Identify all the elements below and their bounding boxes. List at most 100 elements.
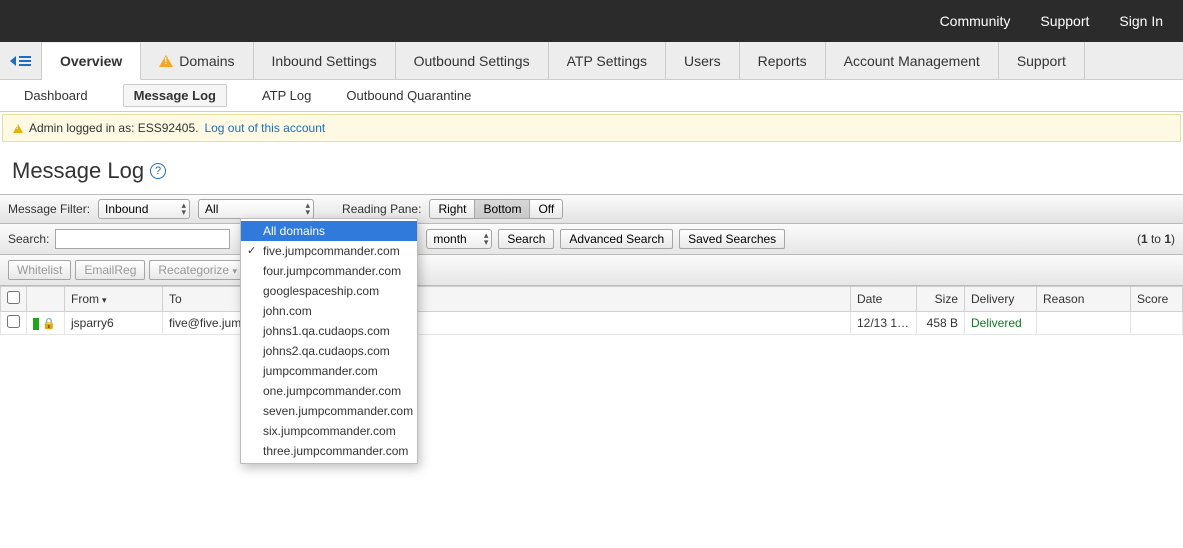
domain-option-label: four.jumpcommander.com [263, 264, 401, 278]
domain-option-label: john.com [263, 304, 312, 318]
reading-pane-label: Reading Pane: [342, 202, 421, 216]
domain-option[interactable]: john.com [241, 301, 417, 321]
message-table: From▾ To Date Size Delivery Reason Score… [0, 286, 1183, 335]
domain-option-label: five.jumpcommander.com [263, 244, 400, 258]
domain-option-label: seven.jumpcommander.com [263, 404, 413, 418]
tab-atp-settings[interactable]: ATP Settings [549, 42, 666, 79]
message-filter-label: Message Filter: [8, 202, 90, 216]
subtab-message-log[interactable]: Message Log [123, 84, 227, 107]
help-icon[interactable]: ? [150, 163, 166, 179]
pane-off-button[interactable]: Off [530, 199, 563, 219]
topbar-link-support[interactable]: Support [1040, 13, 1089, 29]
global-top-bar: Community Support Sign In [0, 0, 1183, 42]
sidebar-toggle-button[interactable] [0, 42, 42, 79]
tab-overview[interactable]: Overview [42, 43, 141, 80]
filter-bar: Message Filter: Inbound ▴▾ All ▴▾ Readin… [0, 194, 1183, 224]
domain-option-label: johns1.qa.cudaops.com [263, 324, 390, 338]
tab-domains[interactable]: Domains [141, 42, 253, 79]
domain-dropdown-menu: All domains ✓ five.jumpcommander.com four.j… [240, 218, 418, 464]
pane-bottom-button[interactable]: Bottom [475, 199, 530, 219]
tab-label: Account Management [844, 53, 980, 69]
tab-label: Support [1017, 53, 1066, 69]
size-header[interactable]: Size [917, 287, 965, 312]
domain-scope-select[interactable]: All [198, 199, 314, 219]
domain-option-label: jumpcommander.com [263, 364, 378, 378]
delivery-header[interactable]: Delivery [965, 287, 1037, 312]
sort-desc-icon: ▾ [102, 295, 107, 305]
domain-option[interactable]: four.jumpcommander.com [241, 261, 417, 281]
tab-label: Domains [179, 53, 234, 69]
secondary-tabs: Dashboard Message Log ATP Log Outbound Q… [0, 80, 1183, 112]
check-icon: ✓ [247, 244, 256, 257]
from-header[interactable]: From▾ [65, 287, 163, 312]
page-title: Message Log [12, 158, 144, 184]
tab-label: Inbound Settings [272, 53, 377, 69]
domain-option-label: googlespaceship.com [263, 284, 379, 298]
banner-text: Admin logged in as: ESS92405. [29, 121, 198, 135]
reading-pane-group: Right Bottom Off [429, 199, 563, 219]
domain-option[interactable]: six.jumpcommander.com [241, 421, 417, 441]
search-bar: Search: month ▴▾ Search Advanced Search … [0, 224, 1183, 255]
table-row[interactable]: 🔒 jsparry6 five@five.jumpc 12/13 1… 458 … [1, 312, 1183, 335]
tab-reports[interactable]: Reports [740, 42, 826, 79]
domain-option-label: one.jumpcommander.com [263, 384, 401, 398]
domain-option[interactable]: ✓ five.jumpcommander.com [241, 241, 417, 261]
search-label: Search: [8, 232, 49, 246]
tab-label: Overview [60, 53, 122, 69]
domain-option[interactable]: johns1.qa.cudaops.com [241, 321, 417, 341]
advanced-search-button[interactable]: Advanced Search [560, 229, 673, 249]
cell-delivery: Delivered [965, 312, 1037, 335]
domain-option[interactable]: All domains [241, 221, 417, 241]
cell-size: 458 B [917, 312, 965, 335]
domain-option[interactable]: three.jumpcommander.com [241, 441, 417, 461]
domain-option[interactable]: googlespaceship.com [241, 281, 417, 301]
time-range-select[interactable]: month [426, 229, 492, 249]
status-header[interactable] [27, 287, 65, 312]
search-button[interactable]: Search [498, 229, 554, 249]
action-bar: Whitelist EmailReg Recategorize ▾ [0, 255, 1183, 286]
direction-select[interactable]: Inbound [98, 199, 190, 219]
domain-option[interactable]: jumpcommander.com [241, 361, 417, 381]
tab-inbound-settings[interactable]: Inbound Settings [254, 42, 396, 79]
page-title-row: Message Log ? [0, 144, 1183, 194]
domain-option[interactable]: one.jumpcommander.com [241, 381, 417, 401]
subtab-outbound-quarantine[interactable]: Outbound Quarantine [346, 88, 471, 103]
tab-account-management[interactable]: Account Management [826, 42, 999, 79]
subtab-dashboard[interactable]: Dashboard [24, 88, 88, 103]
menu-icon [19, 56, 31, 66]
row-checkbox[interactable] [7, 315, 20, 328]
subtab-atp-log[interactable]: ATP Log [262, 88, 311, 103]
tab-label: ATP Settings [567, 53, 647, 69]
emailreg-button[interactable]: EmailReg [75, 260, 145, 280]
logout-link[interactable]: Log out of this account [204, 121, 325, 135]
topbar-link-community[interactable]: Community [940, 13, 1011, 29]
tab-outbound-settings[interactable]: Outbound Settings [396, 42, 549, 79]
date-header[interactable]: Date [851, 287, 917, 312]
cell-score [1131, 312, 1183, 335]
tab-support[interactable]: Support [999, 42, 1085, 79]
tab-users[interactable]: Users [666, 42, 740, 79]
status-indicator-icon [33, 318, 39, 330]
recategorize-button[interactable]: Recategorize ▾ [149, 260, 246, 280]
domain-option[interactable]: johns2.qa.cudaops.com [241, 341, 417, 361]
cell-reason [1037, 312, 1131, 335]
lock-icon: 🔒 [42, 318, 56, 330]
arrow-left-icon [10, 56, 16, 66]
warning-icon [159, 55, 173, 67]
whitelist-button[interactable]: Whitelist [8, 260, 71, 280]
reason-header[interactable]: Reason [1037, 287, 1131, 312]
tab-label: Users [684, 53, 721, 69]
domain-option-label: three.jumpcommander.com [263, 444, 408, 458]
domain-option[interactable]: seven.jumpcommander.com [241, 401, 417, 421]
domain-option-label: six.jumpcommander.com [263, 424, 396, 438]
warning-icon [13, 124, 23, 133]
select-all-checkbox[interactable] [7, 291, 20, 304]
tab-label: Reports [758, 53, 807, 69]
pane-right-button[interactable]: Right [429, 199, 475, 219]
search-input[interactable] [55, 229, 230, 249]
topbar-link-signin[interactable]: Sign In [1119, 13, 1163, 29]
score-header[interactable]: Score [1131, 287, 1183, 312]
saved-searches-button[interactable]: Saved Searches [679, 229, 785, 249]
domain-option-label: johns2.qa.cudaops.com [263, 344, 390, 358]
result-count: (1 to 1) [1137, 232, 1175, 246]
